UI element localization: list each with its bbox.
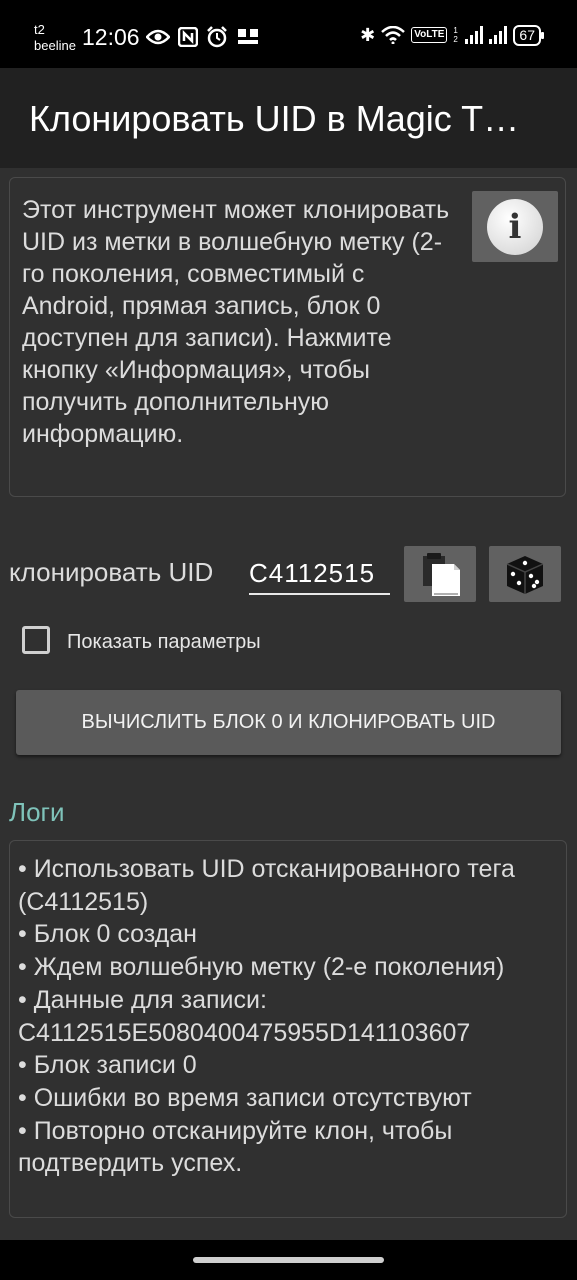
app-toolbar: Клонировать UID в Magic T… [0, 68, 577, 168]
status-icons-right: ✱ VoLTE 1 2 67 [360, 24, 544, 46]
log-line: • Использовать UID отсканированного тега… [18, 855, 515, 916]
carrier-top: t2 [34, 22, 45, 37]
eye-icon [146, 29, 170, 45]
log-line: • Блок 0 создан [18, 920, 197, 949]
log-line: • Ошибки во время записи отсутствуют [18, 1083, 472, 1112]
wifi-icon [381, 26, 406, 44]
nfc-icon [178, 27, 198, 47]
random-uid-button[interactable] [489, 546, 561, 602]
status-icons-left [146, 26, 260, 48]
log-line: • Данные для записи: C4112515E5080400475… [18, 985, 471, 1047]
navigation-bar [0, 1240, 577, 1280]
paste-button[interactable] [404, 546, 476, 602]
log-line: • Блок записи 0 [18, 1051, 197, 1080]
show-params-checkbox[interactable] [22, 626, 50, 654]
logs-header: Логи [9, 797, 65, 827]
clone-uid-label: клонировать UID [9, 557, 214, 587]
info-icon: i [487, 199, 543, 255]
alarm-icon [207, 26, 227, 48]
log-line: • Повторно отсканируйте клон, чтобы подт… [18, 1116, 453, 1178]
paste-icon [423, 553, 460, 596]
pms-icon [238, 29, 258, 44]
carrier-name: t2 beeline [34, 22, 76, 54]
log-line: • Ждем волшебную метку (2-е поколения) [18, 953, 505, 982]
page-title: Клонировать UID в Magic T… [29, 98, 520, 139]
description-card: Этот инструмент может клонировать UID из… [9, 177, 566, 497]
description-text: Этот инструмент может клонировать UID из… [22, 196, 450, 448]
show-params-label[interactable]: Показать параметры [67, 631, 261, 654]
clock: 12:06 [82, 24, 140, 50]
logs-card: • Использовать UID отсканированного тега… [9, 840, 567, 1218]
bluetooth-icon: ✱ [360, 25, 376, 45]
uid-input[interactable] [249, 553, 390, 595]
logs-list: • Использовать UID отсканированного тега… [18, 853, 553, 1180]
signal-sim1-icon [465, 26, 484, 44]
info-button[interactable]: i [472, 191, 558, 262]
calculate-clone-button[interactable]: ВЫЧИСЛИТЬ БЛОК 0 И КЛОНИРОВАТЬ UID [16, 690, 561, 755]
volte-icon: VoLTE [411, 27, 448, 43]
home-gesture-handle[interactable] [193, 1257, 384, 1263]
signal-sim2-icon [489, 26, 508, 44]
carrier-bottom: beeline [34, 38, 76, 53]
battery-icon: 67 [513, 24, 544, 46]
sim-index: 1 2 [453, 26, 458, 44]
status-bar: t2 beeline 12:06 ✱ VoLTE 1 2 67 [0, 0, 577, 68]
dice-icon [506, 556, 544, 594]
